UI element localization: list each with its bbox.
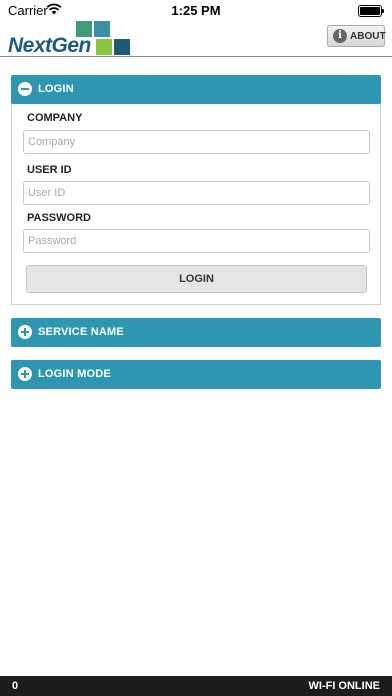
login-mode-section-title: LOGIN MODE	[38, 368, 111, 380]
connection-status: WI-FI ONLINE	[308, 680, 381, 692]
about-button[interactable]: i ABOUT	[327, 25, 386, 47]
user-id-input[interactable]	[23, 181, 370, 205]
logo-square	[96, 39, 112, 55]
plus-circle-icon	[18, 367, 32, 381]
plus-circle-icon	[18, 325, 32, 339]
logo-square	[94, 21, 110, 37]
logo-wordmark: NextGen	[8, 34, 91, 57]
password-input[interactable]	[23, 229, 370, 253]
info-icon: i	[333, 29, 347, 43]
login-section-title: LOGIN	[38, 83, 74, 95]
status-bar: Carrier 1:25 PM	[0, 0, 392, 20]
clock-label: 1:25 PM	[171, 3, 221, 18]
minus-circle-icon	[18, 82, 32, 96]
password-label: PASSWORD	[27, 212, 91, 224]
battery-icon	[358, 5, 384, 17]
login-button[interactable]: LOGIN	[26, 265, 367, 293]
status-footer: 0 WI-FI ONLINE	[0, 676, 392, 696]
user-id-label: USER ID	[27, 164, 72, 176]
about-label: ABOUT	[350, 31, 386, 42]
login-mode-section-header[interactable]: LOGIN MODE	[11, 360, 381, 389]
logo-square	[114, 39, 130, 55]
service-name-section-title: SERVICE NAME	[38, 326, 124, 338]
app-header: NextGen i ABOUT	[0, 20, 392, 57]
footer-count: 0	[12, 680, 19, 692]
login-section-header[interactable]: LOGIN	[11, 75, 381, 104]
company-label: COMPANY	[27, 112, 83, 124]
nextgen-logo: NextGen	[8, 20, 132, 57]
company-input[interactable]	[23, 130, 370, 154]
service-name-section-header[interactable]: SERVICE NAME	[11, 318, 381, 347]
login-panel: COMPANY USER ID PASSWORD LOGIN	[11, 104, 381, 305]
